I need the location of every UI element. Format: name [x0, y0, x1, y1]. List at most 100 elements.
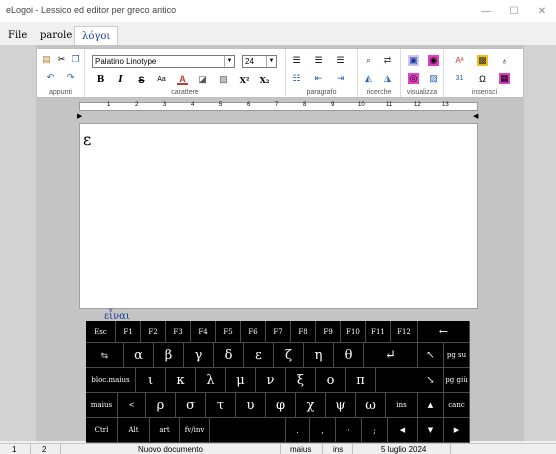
key-f2[interactable]: F2: [141, 321, 166, 343]
key-f7[interactable]: F7: [266, 321, 291, 343]
key-alt[interactable]: Alt: [118, 418, 150, 443]
maximize-icon[interactable]: ☐: [500, 0, 528, 22]
highlight-icon[interactable]: ◪: [197, 74, 208, 85]
left-indent-marker[interactable]: ▶: [77, 112, 82, 120]
key-iota[interactable]: ι: [136, 368, 166, 393]
key-f1[interactable]: F1: [116, 321, 141, 343]
key-space[interactable]: [210, 418, 286, 443]
key-psi[interactable]: ψ: [326, 393, 356, 418]
key-xi[interactable]: ξ: [286, 368, 316, 393]
align-center-icon[interactable]: ☰: [313, 55, 324, 66]
key-tab[interactable]: ↹: [86, 343, 124, 368]
view-preview-icon[interactable]: ◎: [408, 73, 419, 84]
font-size-select[interactable]: 24 ▼: [242, 55, 277, 68]
key-f3[interactable]: F3: [166, 321, 191, 343]
key-fv-inv[interactable]: fv/inv: [180, 418, 210, 443]
strike-button[interactable]: S: [136, 74, 147, 85]
key-omega[interactable]: ω: [356, 393, 386, 418]
key-f12[interactable]: F12: [391, 321, 418, 343]
key-omicron[interactable]: ο: [316, 368, 346, 393]
key-phi[interactable]: φ: [266, 393, 296, 418]
key-rho[interactable]: ρ: [146, 393, 176, 418]
copy-icon[interactable]: ❐: [70, 54, 81, 65]
key-backspace[interactable]: ←: [418, 321, 470, 343]
change-case-button[interactable]: Aa: [156, 74, 167, 85]
replace-icon[interactable]: ⇄: [382, 55, 393, 66]
key-gamma[interactable]: γ: [184, 343, 214, 368]
key-theta[interactable]: θ: [334, 343, 364, 368]
key-delta[interactable]: δ: [214, 343, 244, 368]
document-editor[interactable]: ε: [79, 123, 478, 309]
insert-table-icon[interactable]: ▦: [499, 73, 510, 84]
insert-image-icon[interactable]: ▩: [477, 55, 488, 66]
key-eta[interactable]: η: [304, 343, 334, 368]
key-less-than[interactable]: <: [118, 393, 146, 418]
tab-logoi[interactable]: λόγοι: [74, 26, 119, 46]
key-sigma[interactable]: σ: [176, 393, 206, 418]
key-f9[interactable]: F9: [316, 321, 341, 343]
key-delete[interactable]: canc: [444, 393, 470, 418]
indent-decrease-icon[interactable]: ⇤: [313, 73, 324, 84]
indent-increase-icon[interactable]: ⇥: [335, 73, 346, 84]
clear-format-icon[interactable]: ▧: [218, 74, 229, 85]
redo-icon[interactable]: ↷: [65, 72, 76, 83]
align-left-icon[interactable]: ☰: [291, 55, 302, 66]
key-greek-question[interactable]: ;: [362, 418, 388, 443]
insert-omega-icon[interactable]: Ω: [477, 73, 488, 84]
key-pi[interactable]: π: [346, 368, 376, 393]
key-beta[interactable]: β: [154, 343, 184, 368]
subscript-button[interactable]: X₂: [259, 74, 270, 85]
key-f10[interactable]: F10: [341, 321, 366, 343]
key-pageup[interactable]: pg su: [444, 343, 470, 368]
view-image-icon[interactable]: ▨: [428, 73, 439, 84]
find-word-icon[interactable]: ◮: [382, 73, 393, 84]
paste-icon[interactable]: ▤: [41, 54, 52, 65]
superscript-button[interactable]: X²: [239, 74, 250, 85]
right-indent-marker[interactable]: ◀: [473, 112, 478, 120]
font-family-select[interactable]: Palatino Linotype ▼: [92, 55, 235, 68]
key-up-arrow[interactable]: ▲: [418, 393, 444, 418]
key-ctrl[interactable]: Ctrl: [86, 418, 118, 443]
key-right-arrow[interactable]: ▶: [444, 418, 470, 443]
minimize-icon[interactable]: —: [472, 0, 500, 22]
menu-file[interactable]: File: [8, 30, 27, 41]
key-home[interactable]: ↖: [418, 343, 444, 368]
key-end[interactable]: ↘: [418, 368, 444, 393]
key-period[interactable]: .: [286, 418, 310, 443]
key-shift[interactable]: maius: [86, 393, 118, 418]
view-zoom-icon[interactable]: ▣: [408, 55, 419, 66]
key-enter[interactable]: ↵: [364, 343, 418, 368]
font-color-button[interactable]: A: [177, 74, 188, 85]
key-capslock[interactable]: bloc.maius: [86, 368, 136, 393]
key-alpha[interactable]: α: [124, 343, 154, 368]
key-f11[interactable]: F11: [366, 321, 391, 343]
key-chi[interactable]: χ: [296, 393, 326, 418]
undo-icon[interactable]: ↶: [45, 72, 56, 83]
key-mu[interactable]: μ: [226, 368, 256, 393]
align-right-icon[interactable]: ☰: [335, 55, 346, 66]
key-nu[interactable]: ν: [256, 368, 286, 393]
cut-icon[interactable]: ✂: [56, 54, 67, 65]
key-ins[interactable]: ins: [386, 393, 418, 418]
key-comma[interactable]: ,: [310, 418, 336, 443]
insert-object-icon[interactable]: ♁: [499, 55, 510, 66]
key-f5[interactable]: F5: [216, 321, 241, 343]
key-ano-teleia[interactable]: ·: [336, 418, 362, 443]
key-zeta[interactable]: ζ: [274, 343, 304, 368]
key-pagedown[interactable]: pg giù: [444, 368, 470, 393]
ruler[interactable]: 1 2 3 4 5 6 7 8 9 10 11 12 13: [79, 102, 478, 111]
find-icon[interactable]: ⌕: [363, 55, 374, 66]
key-epsilon[interactable]: ε: [244, 343, 274, 368]
close-icon[interactable]: ✕: [528, 0, 556, 22]
insert-symbol-icon[interactable]: Aª: [454, 55, 465, 66]
bold-button[interactable]: B: [95, 74, 106, 85]
key-down-arrow[interactable]: ▼: [418, 418, 444, 443]
find-next-icon[interactable]: ◭: [363, 73, 374, 84]
key-tau[interactable]: τ: [206, 393, 236, 418]
key-f8[interactable]: F8: [291, 321, 316, 343]
view-magnify-icon[interactable]: ◉: [428, 55, 439, 66]
tab-parole[interactable]: parole: [40, 30, 72, 41]
bullet-list-icon[interactable]: ☷: [291, 73, 302, 84]
italic-button[interactable]: I: [115, 74, 126, 85]
key-kappa[interactable]: κ: [166, 368, 196, 393]
